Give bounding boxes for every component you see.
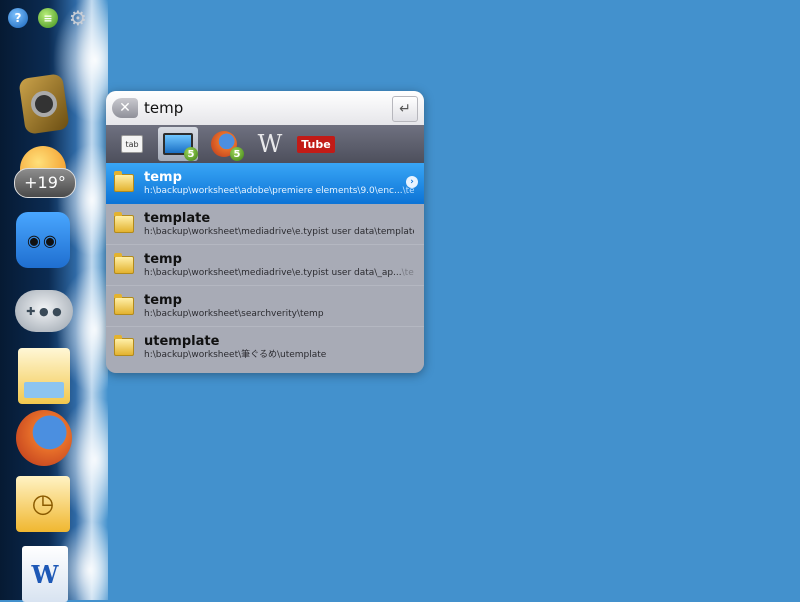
tab-youtube[interactable]: Tube [296, 127, 336, 161]
weather-temperature: +19° [14, 168, 76, 198]
app-dock: ? ≡ ⚙ +19° [0, 0, 108, 602]
folder-icon [114, 171, 134, 192]
word-icon[interactable] [22, 546, 68, 602]
gear-icon[interactable]: ⚙ [68, 6, 88, 30]
enter-icon[interactable]: ↵ [392, 96, 418, 122]
speaker-app-icon[interactable] [18, 73, 70, 135]
source-tabs: tab 5 5 W Tube [106, 125, 424, 163]
result-row[interactable]: template h:\backup\worksheet\mediadrive\… [106, 204, 424, 245]
result-title: temp [144, 292, 182, 308]
result-row[interactable]: temp h:\backup\worksheet\mediadrive\e.ty… [106, 245, 424, 286]
youtube-icon: Tube [297, 135, 335, 153]
result-path: h:\backup\worksheet\mediadrive\e.typist … [144, 267, 414, 278]
result-title: utemplate [144, 333, 220, 349]
results-list: temp h:\backup\worksheet\adobe\premiere … [106, 163, 424, 367]
tab-computer[interactable]: 5 [158, 127, 198, 161]
weather-widget[interactable]: +19° [14, 146, 76, 202]
tab-count-badge: 5 [184, 147, 198, 161]
tab-wikipedia[interactable]: W [250, 127, 290, 161]
folder-icon [114, 294, 134, 315]
clear-search-button[interactable]: ✕ [112, 98, 138, 118]
result-path: h:\backup\worksheet\筆ぐるめ\utemplate [144, 349, 327, 360]
result-title: template [144, 210, 211, 226]
tab-key[interactable]: tab [112, 127, 152, 161]
wikipedia-icon: W [257, 130, 283, 158]
chat-icon[interactable]: ≡ [38, 8, 58, 28]
dock-toolbar: ? ≡ ⚙ [8, 6, 88, 30]
outlook-icon[interactable] [16, 476, 70, 532]
tab-count-badge: 5 [230, 147, 244, 161]
tab-key-icon: tab [121, 135, 143, 153]
result-path: h:\backup\worksheet\adobe\premiere eleme… [144, 185, 414, 196]
folder-icon [114, 253, 134, 274]
character-app-icon[interactable] [16, 212, 70, 268]
more-options-icon[interactable]: › [406, 176, 418, 188]
result-row[interactable]: temp h:\backup\worksheet\adobe\premiere … [106, 163, 424, 204]
result-path: h:\backup\worksheet\searchverity\temp [144, 308, 324, 319]
result-row[interactable]: utemplate h:\backup\worksheet\筆ぐるめ\utemp… [106, 327, 424, 367]
help-icon[interactable]: ? [8, 8, 28, 28]
result-title: temp [144, 251, 182, 267]
result-path: h:\backup\worksheet\mediadrive\e.typist … [144, 226, 414, 237]
folder-icon [114, 212, 134, 233]
gamepad-icon[interactable] [15, 290, 73, 332]
firefox-icon[interactable] [16, 410, 72, 466]
result-title: temp [144, 169, 182, 185]
launcher-panel: ✕ ↵ tab 5 5 W Tube temp h:\backup\worksh… [106, 91, 424, 373]
tab-firefox[interactable]: 5 [204, 127, 244, 161]
search-bar: ✕ ↵ [106, 91, 424, 125]
file-explorer-icon[interactable] [18, 348, 70, 404]
result-row[interactable]: temp h:\backup\worksheet\searchverity\te… [106, 286, 424, 327]
search-input[interactable] [144, 99, 374, 117]
folder-icon [114, 335, 134, 356]
